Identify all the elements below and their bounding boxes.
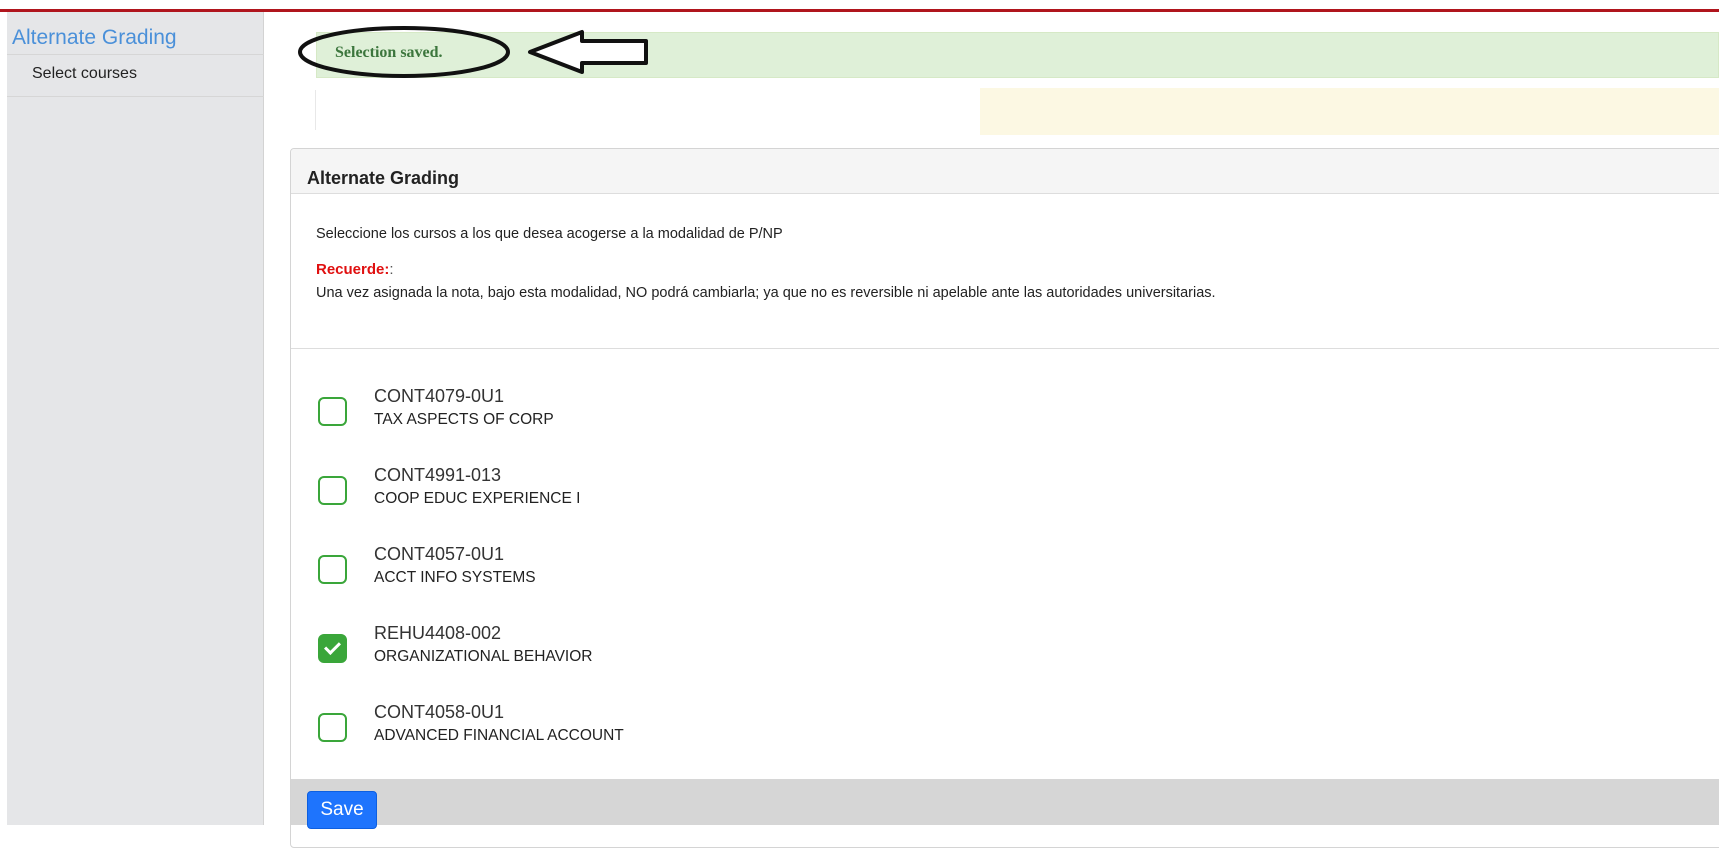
- panel-footer: [291, 779, 1719, 825]
- course-checkbox[interactable]: [318, 397, 347, 426]
- course-name: ADVANCED FINANCIAL ACCOUNT: [374, 727, 624, 744]
- course-item: CONT4991-013 COOP EDUC EXPERIENCE I: [316, 465, 1116, 513]
- notice-left-border: [315, 90, 316, 130]
- save-button[interactable]: Save: [307, 791, 377, 829]
- annotation-ellipse-arrow-icon: [298, 26, 648, 78]
- course-code: CONT4991-013: [374, 465, 502, 485]
- sidebar-divider: [7, 96, 264, 97]
- remember-label: Recuerde::: [316, 261, 394, 278]
- course-name: COOP EDUC EXPERIENCE I: [374, 490, 581, 507]
- checkmark-icon: [324, 638, 341, 655]
- course-name: TAX ASPECTS OF CORP: [374, 411, 554, 428]
- remember-text: Una vez asignada la nota, bajo esta moda…: [316, 285, 1216, 301]
- course-item: CONT4079-0U1 TAX ASPECTS OF CORP: [316, 386, 1116, 434]
- course-code: CONT4057-0U1: [374, 544, 505, 564]
- sidebar-item-select-courses[interactable]: Select courses: [32, 65, 137, 83]
- course-item: REHU4408-002 ORGANIZATIONAL BEHAVIOR: [316, 623, 1116, 671]
- annotation-ellipse: [298, 26, 510, 78]
- annotation-arrow: [528, 30, 648, 74]
- remember-label-text: Recuerde:: [316, 261, 390, 278]
- instruction-text: Seleccione los cursos a los que desea ac…: [316, 226, 783, 242]
- remember-colon: :: [389, 261, 394, 278]
- top-accent-bar: [0, 0, 1719, 12]
- course-checkbox[interactable]: [318, 476, 347, 505]
- warning-notice-box: [980, 88, 1719, 135]
- sidebar-title-alternate-grading[interactable]: Alternate Grading: [12, 26, 177, 50]
- course-item: CONT4058-0U1 ADVANCED FINANCIAL ACCOUNT: [316, 702, 1116, 750]
- sidebar-divider: [7, 54, 264, 55]
- course-code: CONT4058-0U1: [374, 702, 505, 722]
- sidebar: Alternate Grading Select courses: [0, 12, 264, 825]
- course-item: CONT4057-0U1 ACCT INFO SYSTEMS: [316, 544, 1116, 592]
- course-checkbox-checked[interactable]: [318, 634, 347, 663]
- course-name: ORGANIZATIONAL BEHAVIOR: [374, 648, 593, 665]
- course-name: ACCT INFO SYSTEMS: [374, 569, 536, 586]
- course-code: CONT4079-0U1: [374, 386, 505, 406]
- course-checkbox[interactable]: [318, 555, 347, 584]
- section-divider: [291, 348, 1719, 349]
- course-code: REHU4408-002: [374, 623, 502, 643]
- sidebar-edge-strip: [0, 12, 7, 825]
- panel-heading: Alternate Grading: [291, 149, 1719, 194]
- course-checkbox[interactable]: [318, 713, 347, 742]
- panel-title: Alternate Grading: [307, 168, 460, 188]
